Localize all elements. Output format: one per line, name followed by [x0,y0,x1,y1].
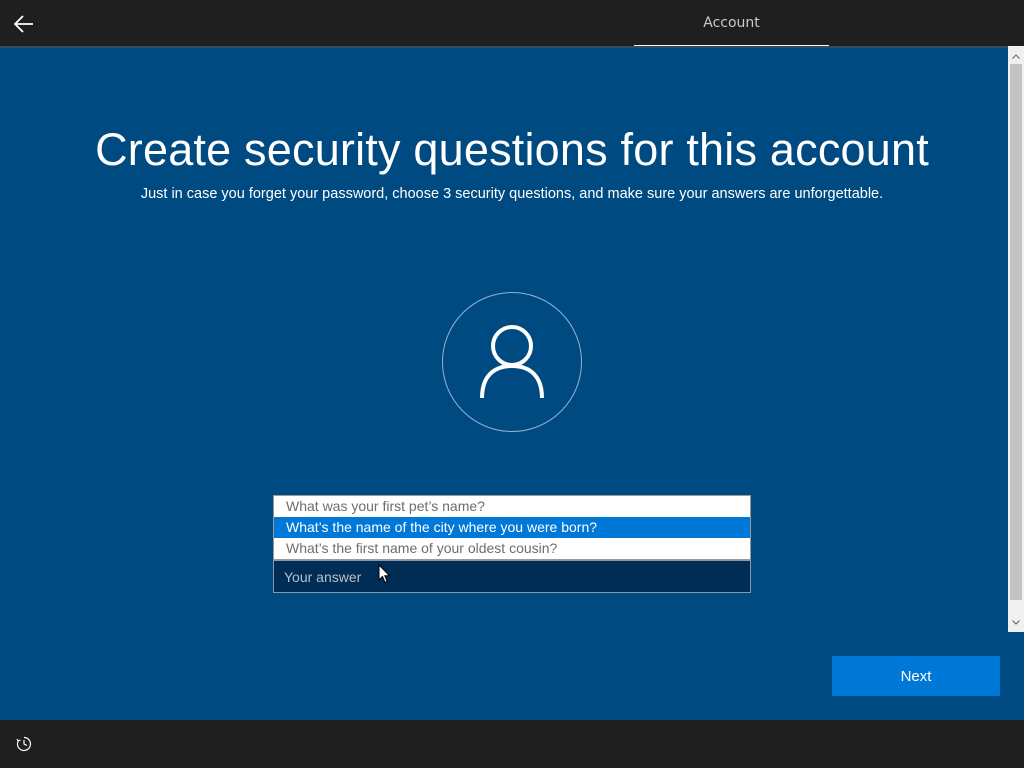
header-divider [0,46,1008,48]
chevron-up-icon [1012,53,1020,59]
accessibility-icon [16,736,32,752]
scroll-up-button[interactable] [1008,48,1024,64]
tab-account: Account [703,15,760,31]
next-button[interactable]: Next [832,656,1000,696]
question-option-selected[interactable]: What’s the name of the city where you we… [274,517,750,538]
top-bar: Account [0,0,1024,48]
security-question-dropdown[interactable]: What was your first pet’s name? What’s t… [273,495,751,560]
answer-input[interactable] [273,560,751,593]
avatar [442,292,582,432]
question-option[interactable]: What was your first pet’s name? [274,496,750,517]
scroll-down-button[interactable] [1008,614,1024,630]
back-arrow-icon [14,15,33,33]
back-button[interactable] [8,8,40,40]
page-title: Create security questions for this accou… [95,124,929,175]
question-option[interactable]: What’s the first name of your oldest cou… [274,538,750,559]
user-icon [480,325,544,399]
accessibility-button[interactable] [12,732,36,756]
chevron-down-icon [1012,619,1020,625]
mouse-cursor-icon [378,564,391,584]
bottom-bar [0,720,1024,768]
page-subtitle: Just in case you forget your password, c… [140,186,884,202]
